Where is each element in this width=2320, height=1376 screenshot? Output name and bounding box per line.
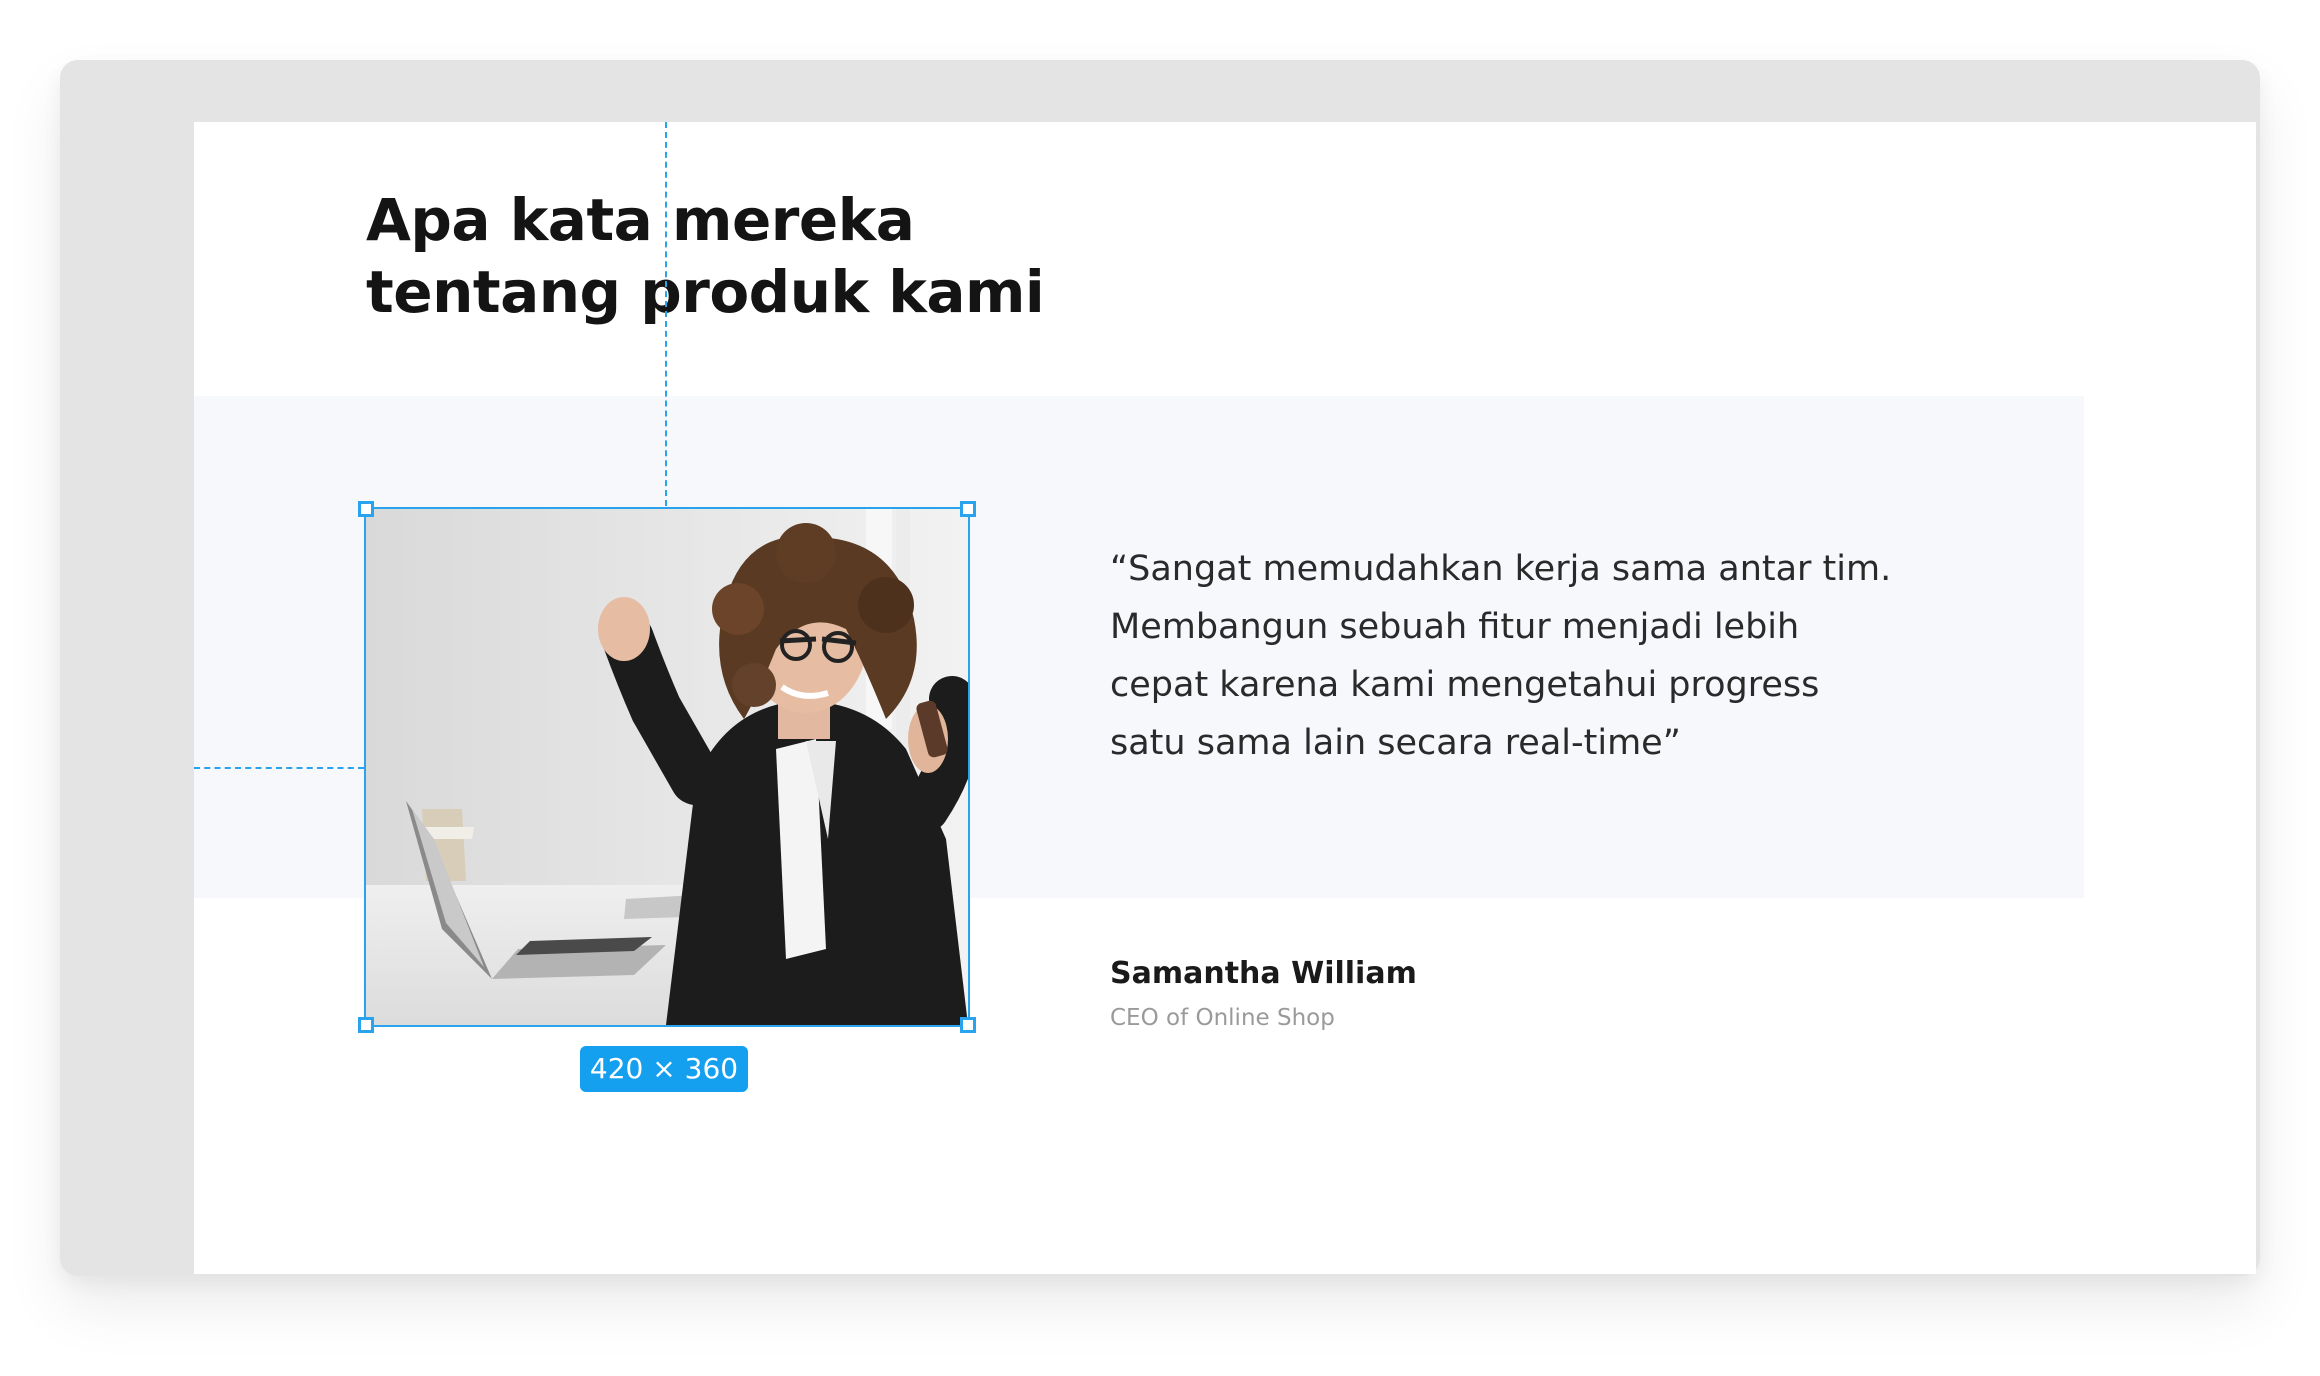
horizontal-guide-line <box>194 767 364 769</box>
quote-line: satu sama lain secara real-time” <box>1110 723 1681 763</box>
dimension-badge: 420 × 360 <box>580 1046 748 1092</box>
section-heading: Apa kata mereka tentang produk kami <box>366 184 1045 328</box>
photo-illustration <box>366 509 968 1025</box>
quote-line: “Sangat memudahkan kerja sama antar tim. <box>1110 549 1892 589</box>
author-name: Samantha William <box>1110 956 1417 991</box>
resize-handle-bottom-left-icon[interactable] <box>358 1017 374 1033</box>
stage: Apa kata mereka tentang produk kami 420 … <box>0 0 2320 1376</box>
author-role: CEO of Online Shop <box>1110 1005 1335 1031</box>
design-canvas[interactable]: Apa kata mereka tentang produk kami 420 … <box>194 122 2256 1274</box>
quote-line: cepat karena kami mengetahui progress <box>1110 665 1820 705</box>
resize-handle-top-right-icon[interactable] <box>960 501 976 517</box>
testimonial-quote: “Sangat memudahkan kerja sama antar tim.… <box>1110 540 2010 772</box>
app-frame: Apa kata mereka tentang produk kami 420 … <box>60 60 2260 1276</box>
testimonial-photo[interactable] <box>366 509 968 1025</box>
resize-handle-top-left-icon[interactable] <box>358 501 374 517</box>
quote-line: Membangun sebuah fitur menjadi lebih <box>1110 607 1800 647</box>
section-heading-line-2: tentang produk kami <box>366 258 1045 326</box>
vertical-guide-line <box>665 122 667 506</box>
section-heading-line-1: Apa kata mereka <box>366 186 915 254</box>
resize-handle-bottom-right-icon[interactable] <box>960 1017 976 1033</box>
